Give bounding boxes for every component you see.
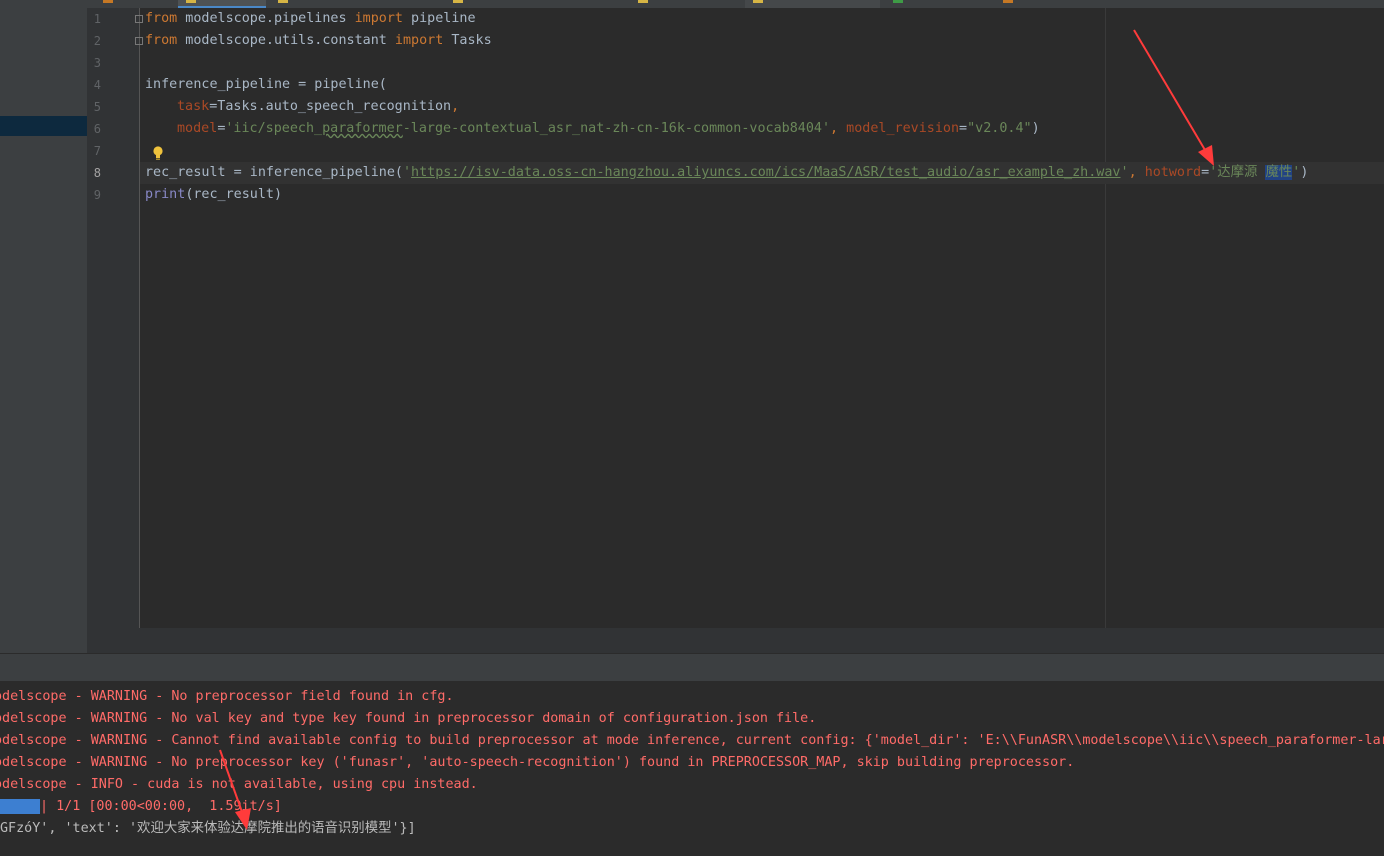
keyword: from xyxy=(145,33,178,48)
quote: ' xyxy=(1120,165,1129,180)
code-line-1: from modelscope.pipelines import pipelin… xyxy=(145,8,476,30)
separator: , xyxy=(830,121,847,136)
keyword: from xyxy=(145,11,178,26)
editor-tab-active[interactable] xyxy=(178,0,266,8)
module-name: modelscope.pipelines xyxy=(177,11,355,26)
close-paren: ) xyxy=(1300,165,1309,180)
hotword-string: '达摩源 xyxy=(1209,165,1266,180)
run-console[interactable]: odelscope - WARNING - No preprocessor fi… xyxy=(0,681,1384,856)
run-tool-window-header xyxy=(0,653,1384,682)
editor-gutter: 1 2 3 4 5 6 7 8 9 xyxy=(87,8,140,628)
console-progress-line: | 1/1 [00:00<00:00, 1.59it/s] xyxy=(0,796,282,818)
lightbulb-icon[interactable] xyxy=(152,145,164,161)
right-margin-guide xyxy=(1105,8,1106,628)
editor-tab[interactable] xyxy=(270,0,440,8)
code-line-5: task=Tasks.auto_speech_recognition, xyxy=(177,96,459,118)
param-name: model_revision xyxy=(846,121,960,136)
quote: ' xyxy=(402,165,412,180)
audio-url-link[interactable]: https://isv-data.oss-cn-hangzhou.aliyunc… xyxy=(411,165,1120,180)
hotword-selection[interactable]: 魔性 xyxy=(1265,165,1293,180)
print-args: (rec_result) xyxy=(185,187,283,202)
equals: = xyxy=(1201,165,1210,180)
param-value: =Tasks.auto_speech_recognition xyxy=(209,99,452,114)
editor-tab[interactable] xyxy=(445,0,625,8)
line-number-current: 8 xyxy=(93,166,101,180)
param-name: model xyxy=(177,121,218,136)
editor-tab[interactable] xyxy=(95,0,175,8)
console-warning-line: odelscope - WARNING - No preprocessor ke… xyxy=(0,755,1075,770)
editor-tab[interactable] xyxy=(885,0,995,8)
line-number: 5 xyxy=(93,100,101,114)
import-name: pipeline xyxy=(403,11,476,26)
line-number: 3 xyxy=(93,56,101,70)
progress-bar xyxy=(0,798,40,814)
revision-string: "v2.0.4" xyxy=(967,121,1032,136)
editor-bottom-strip xyxy=(87,628,1384,653)
fold-marker-icon[interactable] xyxy=(135,37,143,45)
line-number: 2 xyxy=(93,34,101,48)
model-string: 'iic/speech_ xyxy=(225,121,323,136)
progress-text: | 1/1 [00:00<00:00, 1.59it/s] xyxy=(40,799,282,814)
separator: , xyxy=(1128,165,1145,180)
line-number: 6 xyxy=(93,122,101,136)
param-name: task xyxy=(177,99,210,114)
line-number: 4 xyxy=(93,78,101,92)
editor-tab[interactable] xyxy=(995,0,1105,8)
editor-tab[interactable] xyxy=(630,0,740,8)
code-line-2: from modelscope.utils.constant import Ta… xyxy=(145,30,492,52)
project-selected-row[interactable] xyxy=(0,116,87,136)
project-panel xyxy=(0,8,87,653)
module-name: modelscope.utils.constant xyxy=(177,33,395,48)
code-prefix: rec_result = inference_pipeline( xyxy=(145,165,403,180)
editor-tab[interactable] xyxy=(745,0,880,8)
code-line-6: model = 'iic/speech_paraformer-large-conte… xyxy=(177,118,1040,140)
model-string-typo: paraformer xyxy=(322,121,403,136)
console-result-line: GFzóY', 'text': '欢迎大家来体验达摩院推出的语音识别模型'}] xyxy=(0,821,416,836)
builtin-print: print xyxy=(145,187,186,202)
param-name: hotword xyxy=(1144,165,1202,180)
model-string: -large-contextual_asr_nat-zh-cn-16k-comm… xyxy=(402,121,831,136)
code-line-8: rec_result = inference_pipeline('https:/… xyxy=(145,162,1308,184)
line-number: 1 xyxy=(93,12,101,26)
console-warning-line: odelscope - WARNING - Cannot find availa… xyxy=(0,733,1384,748)
console-warning-line: odelscope - WARNING - No preprocessor fi… xyxy=(0,689,454,704)
editor-tab-bar xyxy=(0,0,1384,8)
fold-marker-icon[interactable] xyxy=(135,15,143,23)
line-number: 7 xyxy=(93,144,101,158)
code-line-4: inference_pipeline = pipeline( xyxy=(145,77,387,92)
keyword: import xyxy=(394,33,444,48)
console-info-line: odelscope - INFO - cuda is not available… xyxy=(0,777,478,792)
comma: , xyxy=(451,99,460,114)
code-line-9: print(rec_result) xyxy=(145,184,282,206)
console-warning-line: odelscope - WARNING - No val key and typ… xyxy=(0,711,817,726)
import-name: Tasks xyxy=(443,33,492,48)
close-paren: ) xyxy=(1031,121,1040,136)
equals: = xyxy=(959,121,968,136)
line-number: 9 xyxy=(93,188,101,202)
keyword: import xyxy=(354,11,403,26)
